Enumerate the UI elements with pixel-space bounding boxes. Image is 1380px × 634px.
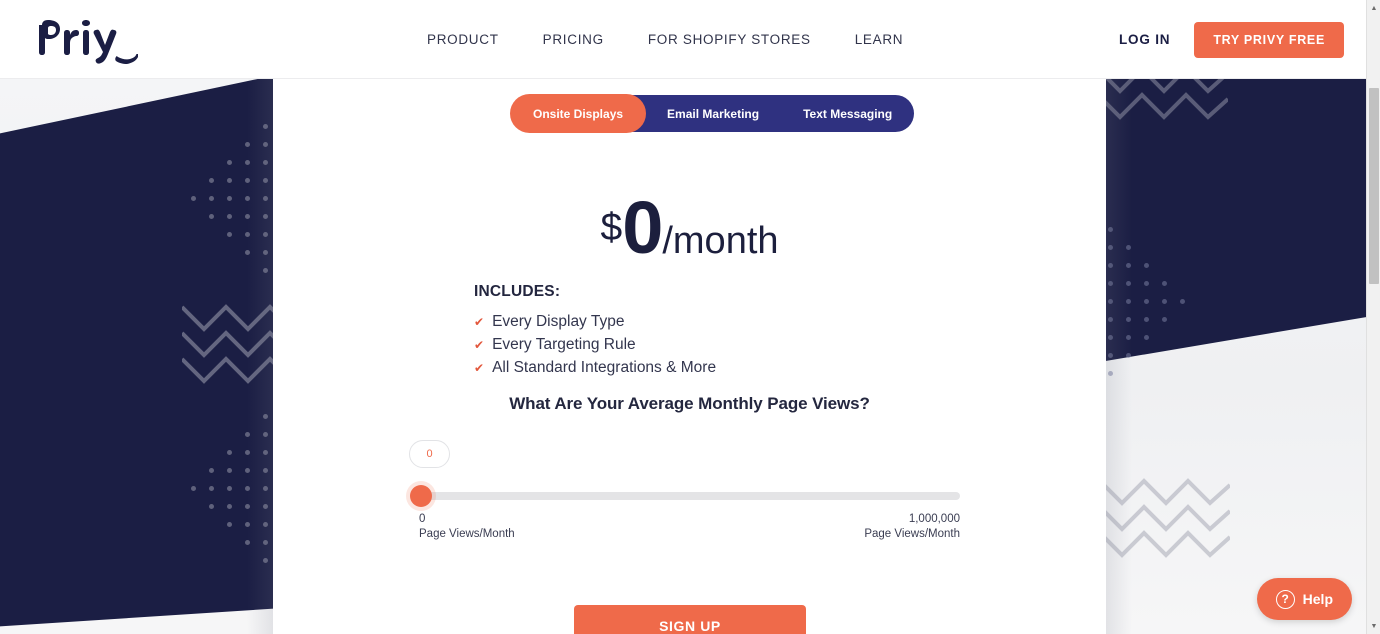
log-in-link[interactable]: LOG IN (1119, 32, 1170, 47)
tab-text-messaging[interactable]: Text Messaging (781, 95, 914, 132)
try-privy-free-button[interactable]: TRY PRIVY FREE (1194, 21, 1344, 58)
main-navigation: PRODUCT PRICING FOR SHOPIFY STORES LEARN (427, 0, 903, 79)
slider-scale-labels: 0 Page Views/Month 1,000,000 Page Views/… (419, 512, 960, 542)
includes-section: INCLUDES: ✔ Every Display Type ✔ Every T… (474, 283, 716, 379)
page-scrollbar[interactable]: ▲ ▼ (1366, 0, 1380, 634)
nav-item-product[interactable]: PRODUCT (427, 32, 499, 47)
nav-item-pricing[interactable]: PRICING (543, 32, 604, 47)
scroll-up-arrow-icon[interactable]: ▲ (1367, 1, 1380, 15)
help-widget-button[interactable]: ? Help (1256, 578, 1352, 620)
tab-onsite-displays[interactable]: Onsite Displays (511, 95, 646, 132)
slider-question: What Are Your Average Monthly Page Views… (509, 394, 870, 413)
plan-type-tabs: Onsite Displays Email Marketing Text Mes… (511, 95, 915, 132)
slider-max-sublabel: Page Views/Month (864, 528, 960, 540)
list-item: ✔ Every Display Type (474, 310, 716, 333)
zigzag-pattern-right-top (1098, 79, 1228, 135)
slider-value-bubble: 0 (409, 440, 450, 468)
header-actions: LOG IN TRY PRIVY FREE (1119, 0, 1344, 79)
includes-list: ✔ Every Display Type ✔ Every Targeting R… (474, 310, 716, 379)
tab-email-marketing[interactable]: Email Marketing (645, 95, 781, 132)
check-icon: ✔ (474, 314, 485, 329)
slider-thumb[interactable] (410, 485, 432, 507)
privy-logo[interactable] (34, 13, 138, 67)
scrollbar-thumb[interactable] (1369, 88, 1379, 284)
price-amount: 0 (622, 186, 663, 269)
slider-max-label: 1,000,000 Page Views/Month (864, 512, 960, 542)
price-period: /month (662, 220, 779, 262)
check-icon: ✔ (474, 337, 485, 352)
slider-min-sublabel: Page Views/Month (419, 528, 515, 540)
slider-min-label: 0 Page Views/Month (419, 512, 515, 542)
slider-min-value: 0 (419, 513, 426, 525)
sign-up-button[interactable]: SIGN UP (574, 605, 806, 634)
zigzag-pattern-right-bottom (1100, 471, 1230, 561)
slider-track[interactable] (419, 492, 960, 500)
nav-item-for-shopify-stores[interactable]: FOR SHOPIFY STORES (648, 32, 811, 47)
includes-item-label: Every Display Type (492, 313, 625, 330)
slider-max-value: 1,000,000 (908, 513, 960, 525)
question-mark-icon: ? (1275, 589, 1295, 609)
dot-pattern-right-upper (1108, 227, 1218, 377)
scroll-down-arrow-icon[interactable]: ▼ (1367, 619, 1380, 633)
includes-item-label: Every Targeting Rule (492, 336, 636, 353)
price-currency: $ (600, 206, 623, 249)
page-views-slider-section: What Are Your Average Monthly Page Views… (273, 394, 1106, 540)
nav-item-learn[interactable]: LEARN (855, 32, 904, 47)
check-icon: ✔ (474, 360, 485, 375)
page-viewport: PRODUCT PRICING FOR SHOPIFY STORES LEARN… (0, 0, 1380, 634)
includes-heading: INCLUDES: (474, 283, 561, 300)
list-item: ✔ All Standard Integrations & More (474, 356, 716, 379)
list-item: ✔ Every Targeting Rule (474, 333, 716, 356)
price-display: $0/month (273, 185, 1106, 270)
site-header: PRODUCT PRICING FOR SHOPIFY STORES LEARN… (0, 0, 1366, 79)
help-label: Help (1302, 591, 1333, 607)
includes-item-label: All Standard Integrations & More (492, 359, 717, 376)
